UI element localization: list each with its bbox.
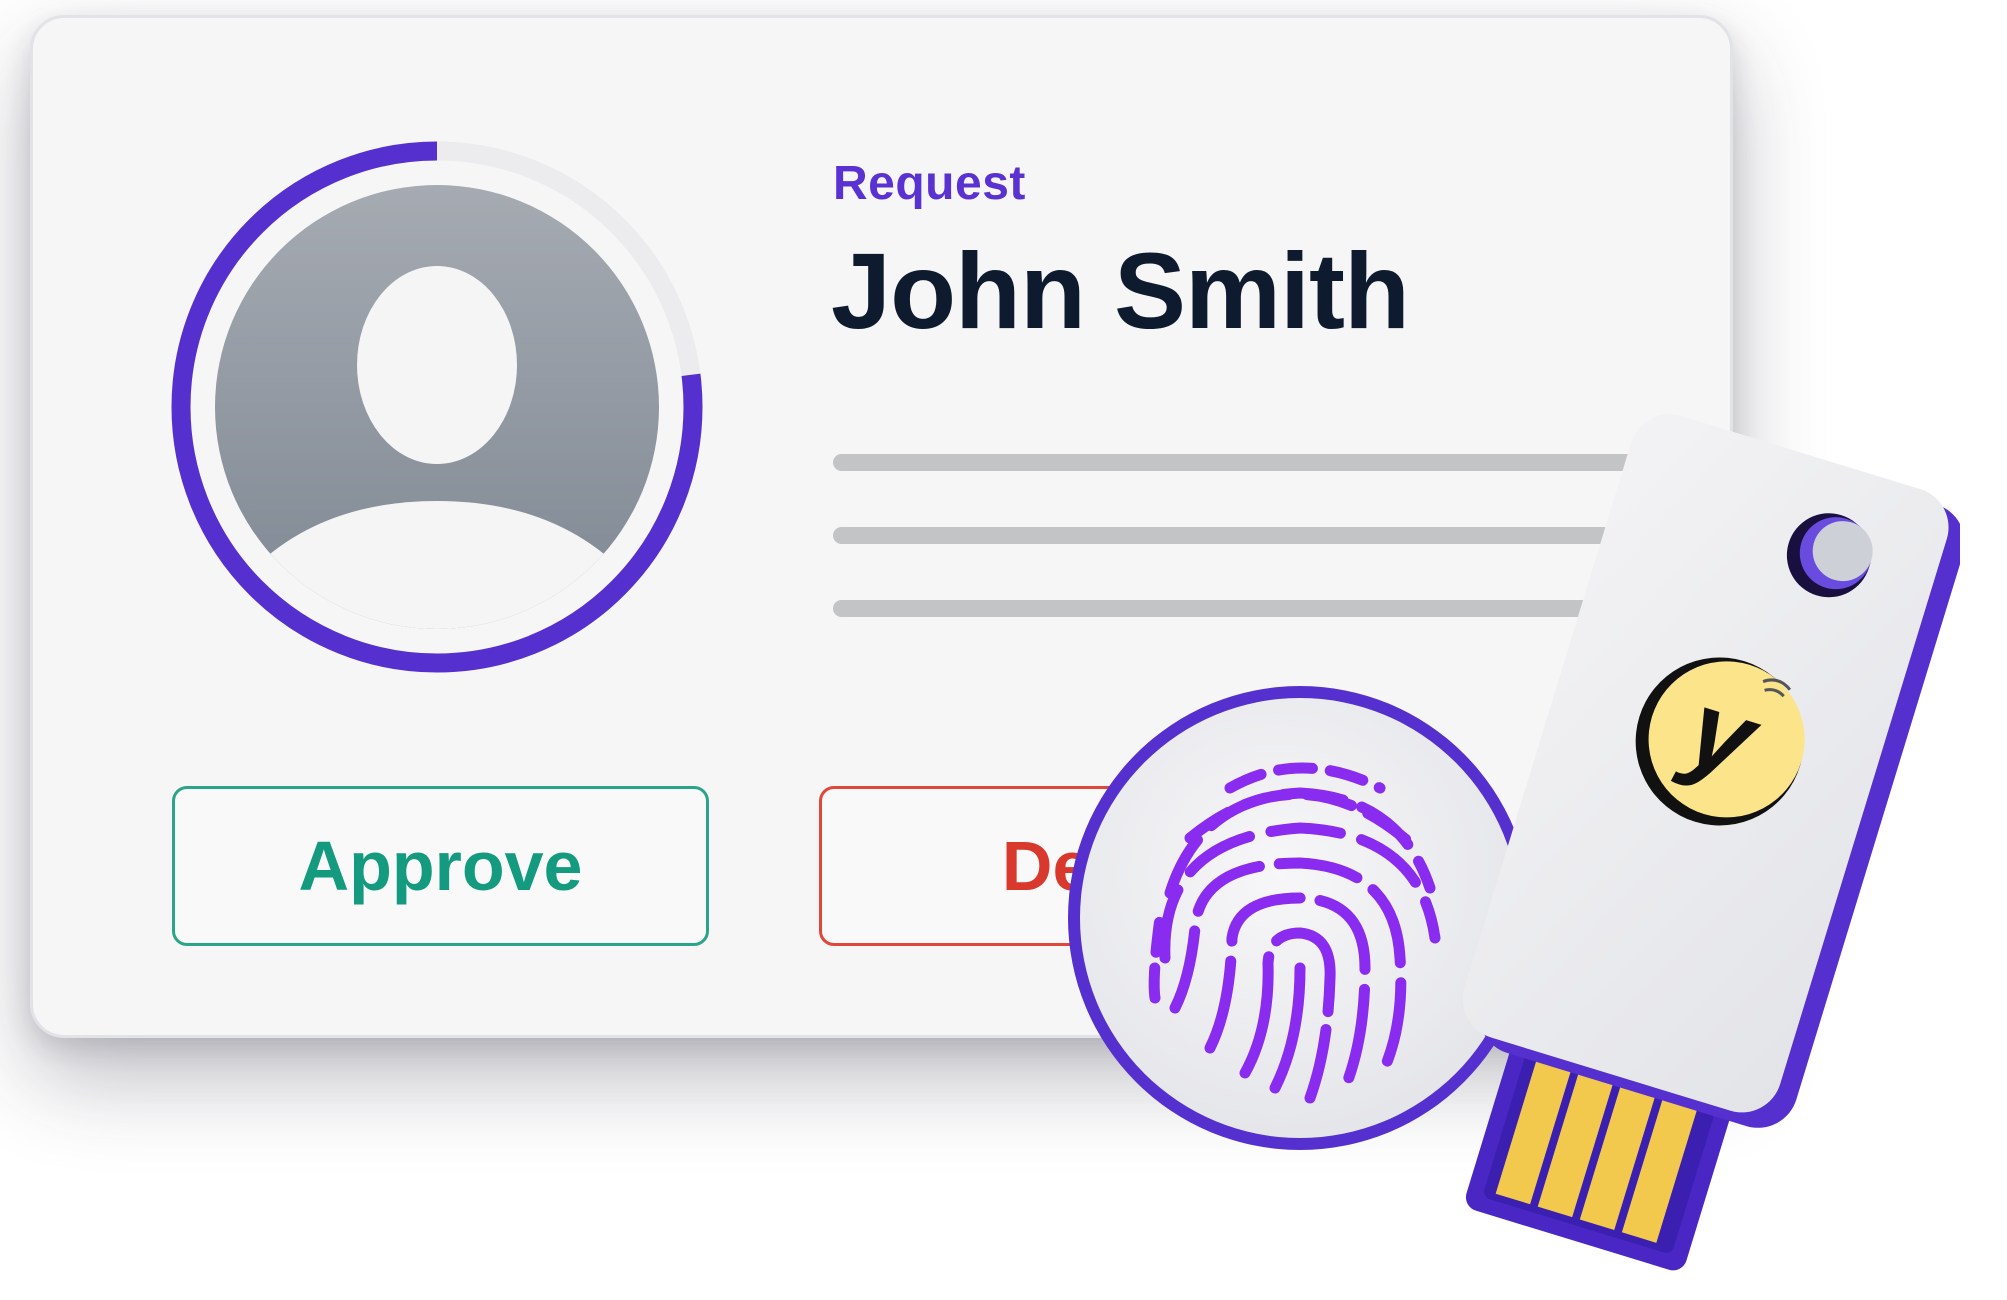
usb-security-key: y (1400, 410, 1965, 1280)
requester-name: John Smith (831, 230, 1410, 351)
user-avatar-icon (171, 141, 703, 673)
request-label: Request (833, 157, 1026, 210)
usb-security-key-icon: y (1462, 414, 1965, 1271)
approve-button[interactable]: Approve (172, 786, 709, 946)
avatar (171, 141, 703, 673)
